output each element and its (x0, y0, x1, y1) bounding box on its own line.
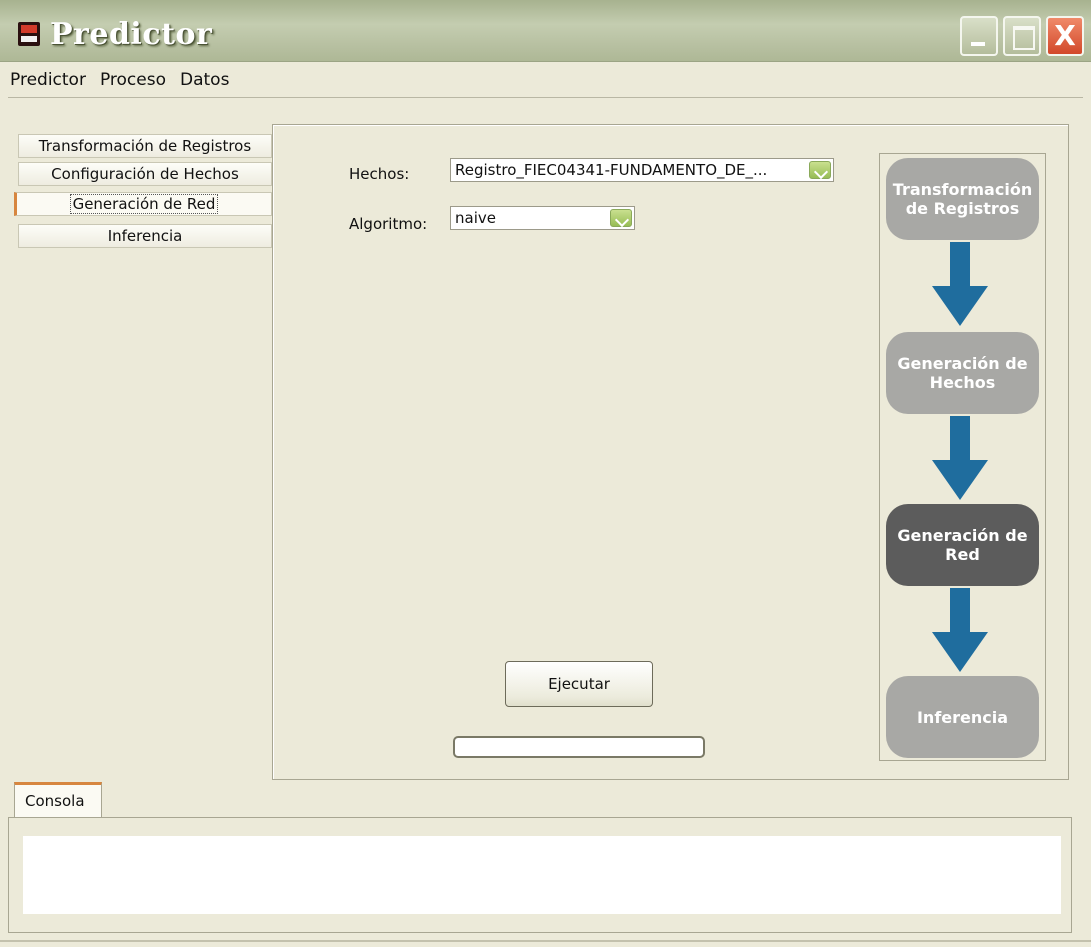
flow-step-transformacion: Transformación de Registros (886, 158, 1039, 240)
flow-step-generacion-hechos: Generación de Hechos (886, 332, 1039, 414)
menu-bar: Predictor Proceso Datos (8, 62, 1083, 98)
close-button[interactable]: X (1046, 16, 1084, 56)
hechos-value: Registro_FIEC04341-FUNDAMENTO_DE_... (455, 161, 768, 179)
arrow-down-icon (932, 242, 988, 326)
algoritmo-label: Algoritmo: (349, 215, 428, 233)
tab-transformacion-registros[interactable]: Transformación de Registros (18, 134, 272, 158)
flow-step-line: Red (945, 545, 980, 564)
arrow-down-icon (932, 588, 988, 672)
flow-step-line: de Registros (905, 199, 1020, 218)
console-output[interactable] (23, 836, 1061, 914)
title-bar: Predictor X (0, 0, 1091, 62)
minimize-button[interactable] (960, 16, 998, 56)
tab-generacion-red[interactable]: Generación de Red (14, 192, 272, 216)
flow-step-line: Inferencia (916, 707, 1009, 727)
algoritmo-value: naive (455, 209, 496, 227)
tab-label: Configuración de Hechos (51, 165, 239, 183)
window-title: Predictor (50, 17, 213, 52)
flow-step-line: Generación de (897, 354, 1028, 373)
main-panel: Hechos: Registro_FIEC04341-FUNDAMENTO_DE… (272, 124, 1069, 780)
flow-step-line: Generación de (897, 526, 1028, 545)
chevron-down-icon[interactable] (610, 209, 632, 227)
chevron-down-icon[interactable] (809, 161, 831, 179)
flow-step-inferencia: Inferencia (886, 676, 1039, 758)
progress-bar (453, 736, 705, 758)
flow-step-line: Hechos (929, 373, 996, 392)
tab-label: Transformación de Registros (38, 137, 252, 155)
menu-predictor[interactable]: Predictor (10, 70, 86, 90)
menu-proceso[interactable]: Proceso (100, 70, 166, 90)
tab-label: Inferencia (107, 227, 183, 245)
tab-label: Generación de Red (69, 194, 219, 214)
flow-step-line: Transformación (892, 180, 1033, 199)
flow-step-generacion-red: Generación de Red (886, 504, 1039, 586)
process-flow-diagram: Transformación de Registros Generación de… (879, 153, 1046, 761)
status-divider (0, 940, 1091, 942)
hechos-select[interactable]: Registro_FIEC04341-FUNDAMENTO_DE_... (450, 158, 834, 182)
maximize-button[interactable] (1003, 16, 1041, 56)
algoritmo-select[interactable]: naive (450, 206, 635, 230)
tab-configuracion-hechos[interactable]: Configuración de Hechos (18, 162, 272, 186)
console-panel (8, 817, 1072, 933)
arrow-down-icon (932, 416, 988, 500)
ejecutar-button[interactable]: Ejecutar (505, 661, 653, 707)
tab-inferencia[interactable]: Inferencia (18, 224, 272, 248)
close-icon: X (1054, 19, 1076, 52)
app-icon (18, 22, 40, 46)
hechos-label: Hechos: (349, 165, 410, 183)
tab-consola[interactable]: Consola (14, 782, 102, 818)
menu-datos[interactable]: Datos (180, 70, 229, 90)
